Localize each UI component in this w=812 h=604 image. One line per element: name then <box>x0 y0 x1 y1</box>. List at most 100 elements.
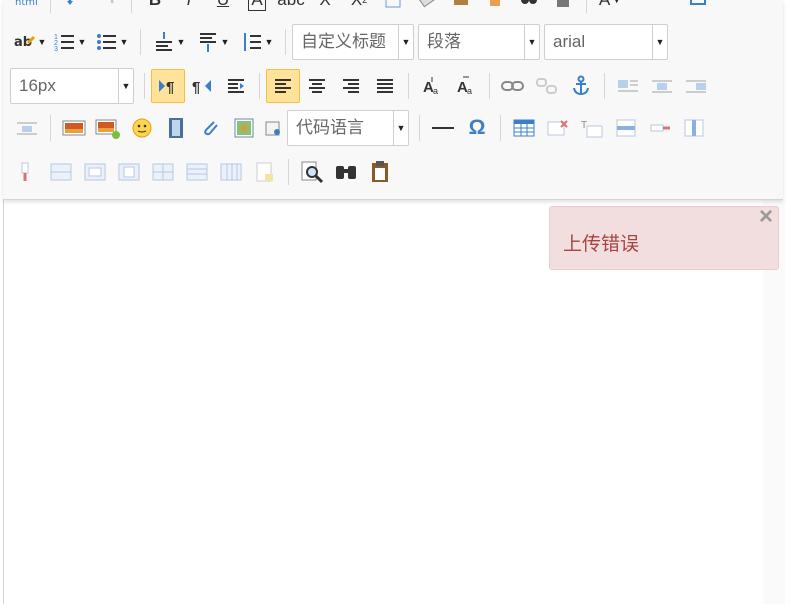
bold-icon[interactable]: B <box>138 0 172 17</box>
emotion-icon[interactable] <box>125 111 159 145</box>
image-right-icon[interactable] <box>679 69 713 103</box>
delete-table-icon[interactable] <box>541 111 575 145</box>
direction-rtl-icon[interactable]: ¶ <box>185 69 219 103</box>
insert-code-icon[interactable] <box>261 111 287 145</box>
image-center-icon[interactable] <box>10 111 44 145</box>
source-html-icon[interactable]: html <box>10 0 44 17</box>
anchor-icon[interactable] <box>564 69 598 103</box>
align-right-icon[interactable] <box>334 69 368 103</box>
simple-upload-icon[interactable] <box>57 111 91 145</box>
custom-title-value: 自定义标题 <box>301 32 386 51</box>
toolbar-separator <box>144 73 145 99</box>
ordered-list-icon[interactable]: 1 2 3 ▼ <box>50 25 90 59</box>
toolbar-separator <box>140 29 141 55</box>
special-chars-icon[interactable]: Ω <box>460 111 494 145</box>
toolbar-separator <box>288 159 289 185</box>
insert-row-icon[interactable] <box>609 111 643 145</box>
toolbar-row-3: 16px ▼ ¶ ¶ Aa Aa <box>10 66 713 106</box>
row-spacing-top-icon[interactable]: ▼ <box>147 25 191 59</box>
toolbar-row-4: 代码语言 ▼ Ω T <box>10 108 711 148</box>
align-center-icon[interactable] <box>300 69 334 103</box>
line-height-icon[interactable]: ▼ <box>235 25 279 59</box>
custom-title-select[interactable]: 自定义标题 ▼ <box>292 24 414 60</box>
toolbar-separator <box>285 29 286 55</box>
merge-cells-icon[interactable] <box>44 155 78 189</box>
link-icon[interactable] <box>496 69 530 103</box>
insert-image-icon[interactable] <box>91 111 125 145</box>
map-icon[interactable] <box>227 111 261 145</box>
unordered-list-icon[interactable]: ▼ <box>90 25 134 59</box>
toast-message: 上传错误 <box>563 234 640 255</box>
paragraph-value: 段落 <box>427 32 461 51</box>
editor-toolbar: html B I U A abc X X2 A▼ ab▼ 123▼ ▼ ▼ ▼ … <box>3 0 783 200</box>
delete-col-icon[interactable] <box>10 155 44 189</box>
undo-icon[interactable] <box>57 0 91 17</box>
subscript-icon[interactable]: X2 <box>342 0 376 17</box>
format-match-icon[interactable] <box>376 0 410 17</box>
font-family-value: arial <box>553 32 586 51</box>
attachment-icon[interactable] <box>193 111 227 145</box>
image-none-icon[interactable] <box>611 69 645 103</box>
font-size-select[interactable]: 16px ▼ <box>10 68 134 104</box>
indent-icon[interactable] <box>219 69 253 103</box>
underline-icon[interactable]: U <box>206 0 240 17</box>
toolbar-separator <box>131 0 132 13</box>
search-replace-icon[interactable] <box>295 155 329 189</box>
split-to-cols-icon[interactable] <box>214 155 248 189</box>
merge-right-icon[interactable] <box>78 155 112 189</box>
toolbar-separator <box>489 73 490 99</box>
fullscreen-icon[interactable] <box>681 0 715 17</box>
preview-icon[interactable] <box>329 155 363 189</box>
to-lowercase-icon[interactable]: Aa <box>449 69 483 103</box>
svg-text:html: html <box>15 0 38 7</box>
paragraph-select[interactable]: 段落 ▼ <box>418 24 540 60</box>
blockquote-icon[interactable] <box>444 0 478 17</box>
font-family-select[interactable]: arial ▼ <box>544 24 668 60</box>
horizontal-rule-icon[interactable] <box>426 111 460 145</box>
close-icon[interactable]: × <box>759 205 773 229</box>
select-all-icon[interactable] <box>512 0 546 17</box>
font-border-icon[interactable]: A <box>240 0 274 17</box>
chevron-down-icon: ▼ <box>118 69 133 103</box>
error-toast: 上传错误 × <box>549 205 779 270</box>
redo-icon[interactable] <box>91 0 125 17</box>
direction-ltr-icon[interactable]: ¶ <box>151 69 185 103</box>
code-language-value: 代码语言 <box>296 118 364 137</box>
chevron-down-icon: ▼ <box>524 25 539 59</box>
toolbar-row-1: html B I U A abc X X2 A▼ <box>10 0 715 20</box>
text-color-icon[interactable]: A▼ <box>593 0 627 17</box>
svg-text:3: 3 <box>54 46 58 52</box>
eraser-icon[interactable] <box>410 0 444 17</box>
split-to-rows-icon[interactable] <box>180 155 214 189</box>
toolbar-separator <box>50 115 51 141</box>
split-to-cells-icon[interactable] <box>146 155 180 189</box>
italic-icon[interactable]: I <box>172 0 206 17</box>
insert-video-icon[interactable] <box>159 111 193 145</box>
svg-text:T: T <box>581 120 587 131</box>
align-left-icon[interactable] <box>266 69 300 103</box>
insert-col-icon[interactable] <box>677 111 711 145</box>
paste-text-icon[interactable] <box>478 0 512 17</box>
to-uppercase-icon[interactable]: Aa <box>415 69 449 103</box>
insert-caption-icon[interactable]: T <box>575 111 609 145</box>
image-left-icon[interactable] <box>645 69 679 103</box>
toolbar-row-2: ab ▼ 1 2 3 ▼ ▼ ▼ ▼ ▼ 自定义标题 ▼ 段落 ▼ arial ▼ <box>10 22 672 62</box>
auto-layout-icon[interactable] <box>546 0 580 17</box>
strikethrough-icon[interactable]: abc <box>274 0 308 17</box>
delete-row-icon[interactable] <box>643 111 677 145</box>
code-language-select[interactable]: 代码语言 ▼ <box>287 110 409 146</box>
svg-text:¶: ¶ <box>192 79 200 95</box>
paste-plain-icon[interactable] <box>363 155 397 189</box>
toolbar-separator <box>50 0 51 13</box>
toolbar-separator <box>586 0 587 13</box>
spellcheck-icon[interactable]: ab ▼ <box>10 25 50 59</box>
toolbar-row-5 <box>10 152 397 192</box>
justify-icon[interactable] <box>368 69 402 103</box>
unlink-icon[interactable] <box>530 69 564 103</box>
merge-down-icon[interactable] <box>112 155 146 189</box>
insert-table-icon[interactable] <box>507 111 541 145</box>
chevron-down-icon: ▼ <box>393 111 408 145</box>
superscript-icon[interactable]: X <box>308 0 342 17</box>
template-icon[interactable] <box>248 155 282 189</box>
row-spacing-bottom-icon[interactable]: ▼ <box>191 25 235 59</box>
